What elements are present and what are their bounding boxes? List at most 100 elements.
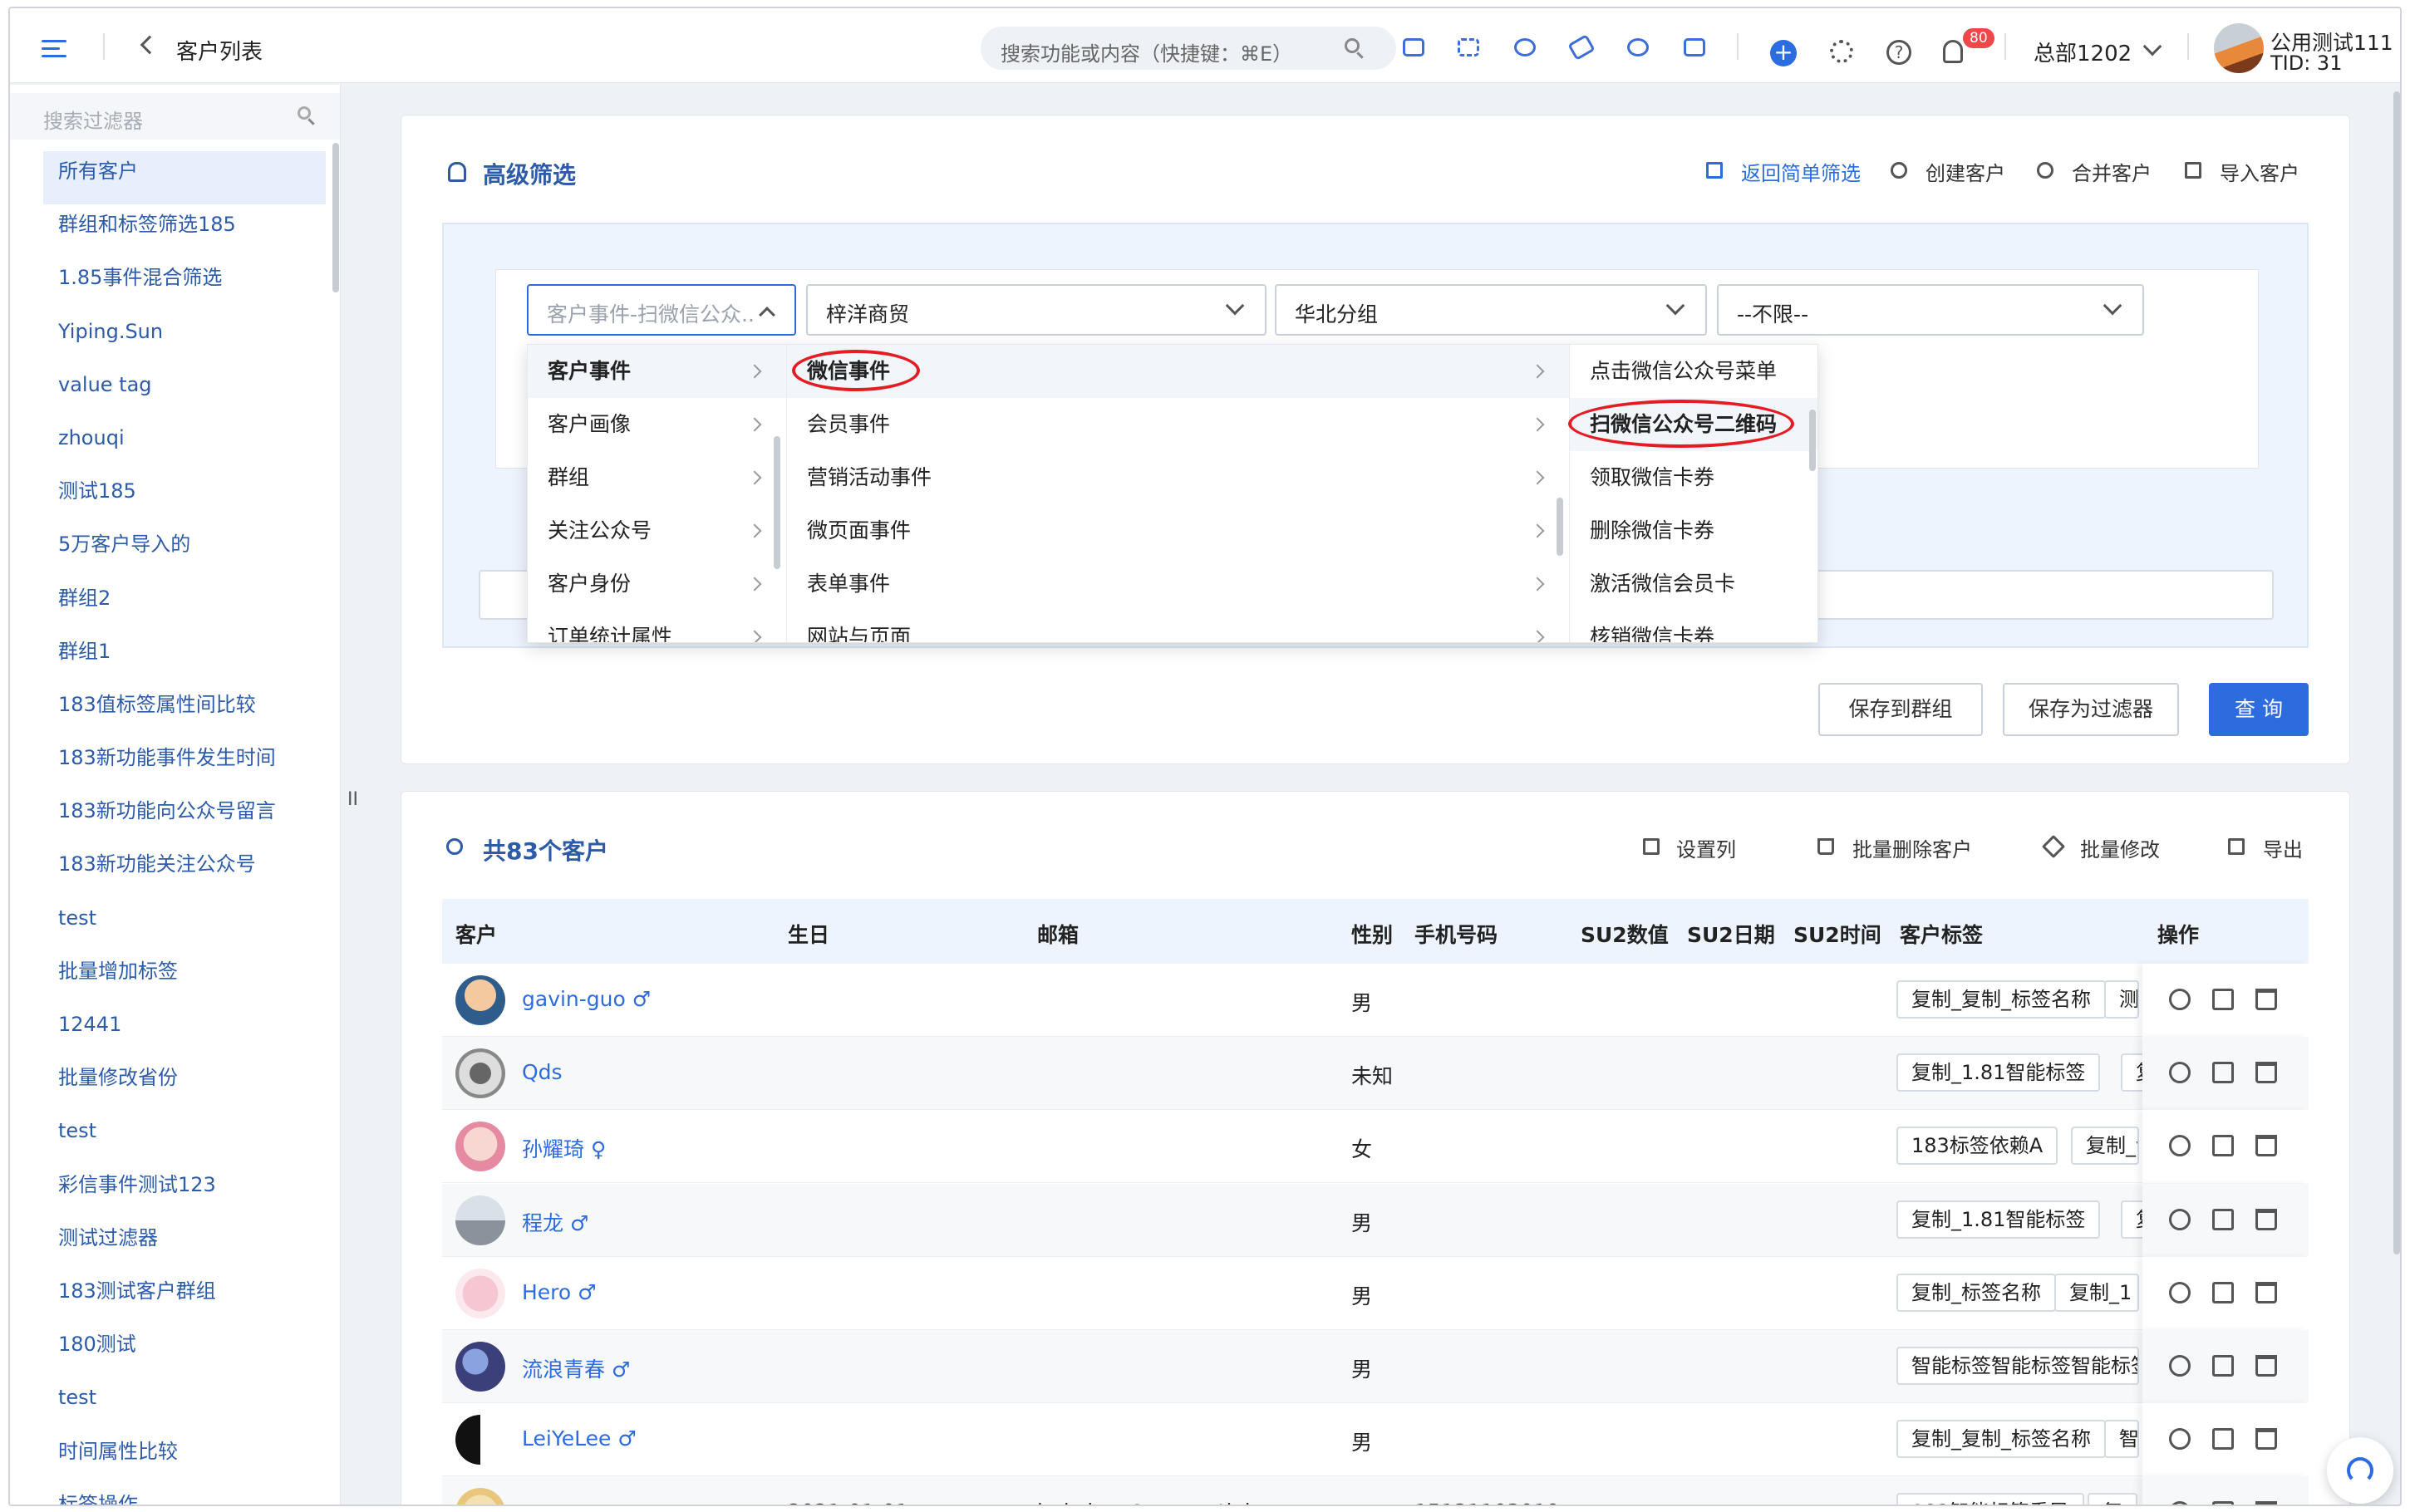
cascader-option[interactable]: 激活微信会员卡 bbox=[1570, 557, 1817, 611]
sidebar-item[interactable]: 标签操作 bbox=[43, 1485, 326, 1505]
trash-icon[interactable] bbox=[2255, 989, 2277, 1010]
sidebar-item[interactable]: 批量修改省份 bbox=[43, 1058, 326, 1111]
sidebar-item[interactable]: test bbox=[43, 1377, 326, 1431]
search-icon[interactable] bbox=[298, 106, 311, 120]
search-icon[interactable] bbox=[1345, 38, 1360, 53]
customer-name-link[interactable]: 程龙 ♂ bbox=[522, 1207, 588, 1237]
sidebar-item[interactable]: 183新功能事件发生时间 bbox=[43, 738, 326, 791]
export-button[interactable]: 导出 bbox=[2263, 833, 2303, 862]
table-row[interactable]: 孙耀琦 ♀ 女 183标签依赖A 复制_v bbox=[442, 1110, 2309, 1184]
trash-icon[interactable] bbox=[2255, 1501, 2277, 1505]
save-as-filter-button[interactable]: 保存为过滤器 bbox=[2003, 683, 2179, 736]
header-customer[interactable]: 客户 bbox=[455, 919, 497, 949]
user-circle-icon[interactable] bbox=[1514, 38, 1536, 56]
upload-icon[interactable] bbox=[2185, 162, 2201, 179]
customer-tag[interactable]: 复 bbox=[2088, 1493, 2137, 1505]
copy-icon[interactable] bbox=[2212, 1501, 2234, 1505]
cascader-option[interactable]: 营销活动事件 bbox=[787, 451, 1569, 504]
customer-service-button[interactable] bbox=[2327, 1437, 2393, 1504]
cascader-option[interactable]: 核销微信卡券 bbox=[1570, 611, 1817, 642]
query-button[interactable]: 查 询 bbox=[2209, 683, 2309, 736]
plus-icon[interactable] bbox=[1891, 162, 1907, 179]
copy-icon[interactable] bbox=[2212, 1135, 2234, 1157]
back-to-simple-filter-link[interactable]: 返回简单筛选 bbox=[1741, 157, 1861, 186]
sidebar-item[interactable]: 12441 bbox=[43, 1004, 326, 1058]
sidebar-item[interactable]: 183值标签属性间比较 bbox=[43, 685, 326, 738]
gear-icon[interactable] bbox=[1830, 40, 1853, 63]
sidebar-item[interactable]: 群组2 bbox=[43, 578, 326, 631]
customer-tag[interactable]: 复制_1.81智能标签 bbox=[1896, 1200, 2101, 1239]
cascader-option[interactable]: 客户画像 bbox=[528, 398, 786, 451]
avatar[interactable] bbox=[455, 1342, 505, 1392]
add-circle-icon[interactable] bbox=[2169, 1135, 2191, 1157]
customer-tag[interactable]: 183智能标签重导 bbox=[1896, 1493, 2084, 1505]
copy-icon[interactable] bbox=[2212, 1062, 2234, 1084]
sidebar-item[interactable]: 时间属性比较 bbox=[43, 1431, 326, 1485]
cascader-option[interactable]: 客户事件 bbox=[528, 345, 786, 398]
cascader-scrollbar[interactable] bbox=[1557, 498, 1563, 556]
add-circle-icon[interactable] bbox=[2169, 1208, 2191, 1230]
customer-name-link[interactable]: 流浪青春 ♂ bbox=[522, 1353, 630, 1383]
cascader-option[interactable]: 点击微信公众号菜单 bbox=[1570, 345, 1817, 398]
filter-search-input[interactable]: 搜索过滤器 bbox=[10, 93, 340, 140]
trash-icon[interactable] bbox=[2255, 1355, 2277, 1377]
copy-icon[interactable] bbox=[2212, 1281, 2234, 1303]
customer-name-link[interactable]: gavin-guo ♂ bbox=[522, 987, 651, 1011]
customer-tag[interactable]: 复制_复制_标签名称 bbox=[1896, 1420, 2106, 1459]
sidebar-item[interactable]: 群组1 bbox=[43, 631, 326, 685]
cascader-option[interactable]: 关注公众号 bbox=[528, 504, 786, 557]
trash-icon[interactable] bbox=[2255, 1281, 2277, 1303]
avatar[interactable] bbox=[455, 975, 505, 1025]
copy-icon[interactable] bbox=[2212, 1208, 2234, 1230]
message-icon[interactable] bbox=[1403, 38, 1424, 56]
collapse-handle-icon[interactable]: II bbox=[347, 789, 358, 810]
return-icon[interactable] bbox=[1706, 162, 1723, 179]
cascader-scrollbar[interactable] bbox=[774, 436, 780, 569]
copy-icon[interactable] bbox=[2212, 1428, 2234, 1451]
merge-customer-button[interactable]: 合并客户 bbox=[2072, 157, 2152, 186]
help-icon[interactable]: ? bbox=[1886, 40, 1911, 65]
sidebar-item[interactable]: 所有客户 bbox=[43, 151, 326, 205]
avatar[interactable] bbox=[455, 1195, 505, 1245]
page-scrollbar[interactable] bbox=[2393, 91, 2400, 1254]
add-circle-icon[interactable] bbox=[2169, 1501, 2191, 1505]
header-birthday[interactable]: 生日 bbox=[788, 919, 829, 949]
customer-name-link[interactable]: 孙耀琦 ♀ bbox=[522, 1133, 606, 1163]
table-row[interactable]: LeiYeLee ♂ 男 复制_复制_标签名称智 bbox=[442, 1403, 2309, 1477]
header-phone[interactable]: 手机号码 bbox=[1414, 919, 1498, 949]
customer-name-link[interactable]: LeiYeLee ♂ bbox=[522, 1426, 637, 1451]
avatar[interactable] bbox=[455, 1488, 505, 1505]
header-email[interactable]: 邮箱 bbox=[1037, 919, 1079, 949]
customer-tag[interactable]: 测 bbox=[2104, 980, 2139, 1019]
sidebar-item[interactable]: 180测试 bbox=[43, 1324, 326, 1377]
cascader-option[interactable]: 客户身份 bbox=[528, 557, 786, 611]
sidebar-item[interactable]: test bbox=[43, 898, 326, 951]
column-settings-button[interactable]: 设置列 bbox=[1676, 833, 1736, 862]
header-gender[interactable]: 性别 bbox=[1351, 919, 1393, 949]
sidebar-item[interactable]: Yiping.Sun bbox=[43, 312, 326, 365]
customer-tag[interactable]: 复制_1.81智能标签 bbox=[1896, 1053, 2101, 1092]
cascader-option[interactable]: 网站与页面 bbox=[787, 611, 1569, 642]
batch-delete-button[interactable]: 批量删除客户 bbox=[1852, 833, 1972, 862]
header-su2-number[interactable]: SU2数值 bbox=[1581, 919, 1669, 949]
batch-edit-button[interactable]: 批量修改 bbox=[2080, 833, 2160, 862]
header-su2-date[interactable]: SU2日期 bbox=[1687, 919, 1775, 949]
header-su2-time[interactable]: SU2时间 bbox=[1793, 919, 1881, 949]
avatar[interactable] bbox=[455, 1122, 505, 1172]
sidebar-item[interactable]: zhouqi bbox=[43, 418, 326, 471]
copy-icon[interactable] bbox=[2212, 989, 2234, 1010]
sidebar-item[interactable]: 测试185 bbox=[43, 471, 326, 524]
bell-icon[interactable] bbox=[1943, 40, 1963, 63]
header-customer-tags[interactable]: 客户标签 bbox=[1900, 919, 1983, 949]
avatar[interactable] bbox=[455, 1268, 505, 1318]
org-selector[interactable]: 总部1202 bbox=[2034, 37, 2132, 67]
event-type-select[interactable]: 客户事件-扫微信公众... bbox=[527, 284, 796, 336]
trash-icon[interactable] bbox=[1817, 838, 1834, 855]
customer-name-link[interactable]: Qds bbox=[522, 1060, 563, 1084]
cascader-option[interactable]: 订单统计属性 bbox=[528, 611, 786, 642]
chevron-down-icon[interactable] bbox=[2142, 37, 2162, 56]
calendar-icon[interactable] bbox=[1684, 38, 1705, 56]
add-circle-icon[interactable] bbox=[2169, 1281, 2191, 1303]
trash-icon[interactable] bbox=[2255, 1208, 2277, 1230]
table-row[interactable]: Hero ♂ 男 复制_标签名称 复制_1 bbox=[442, 1256, 2309, 1330]
